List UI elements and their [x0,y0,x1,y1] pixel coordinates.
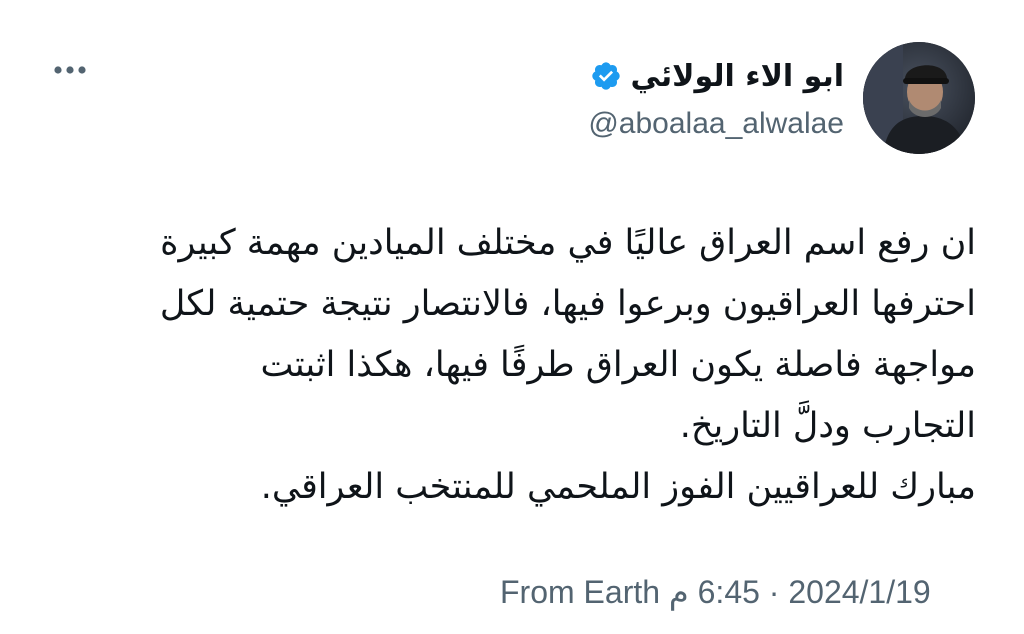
tweet-time[interactable]: 6:45 م [669,574,760,610]
tweet-text: ان رفع اسم العراق عاليًا في مختلف المياد… [36,213,976,518]
author-name-row: ابو الاء الولائي [590,52,844,100]
more-dots-icon[interactable] [52,64,88,76]
author-display-name[interactable]: ابو الاء الولائي [630,59,844,94]
avatar[interactable] [863,42,975,154]
tweet-text-line: احترفها العراقيون وبرعوا فيها، فالانتصار… [159,284,976,324]
tweet-date[interactable]: 2024/1/19 [788,574,930,610]
tweet-meta: From Earth 6:45 م · 2024/1/19 [500,570,931,614]
tweet-text-line: التجارب ودلَّ التاريخ. [679,406,976,446]
verified-badge-icon [592,62,621,90]
tweet-source: From Earth [500,574,661,610]
tweet-text-line: مبارك للعراقيين الفوز الملحمي للمنتخب ال… [260,467,976,507]
profile-photo-icon [863,42,975,154]
tweet-text-line: مواجهة فاصلة يكون العراق طرفًا فيها، هكذ… [260,345,976,385]
author-handle[interactable]: @aboalaa_alwalae [588,104,844,144]
meta-separator: · [768,574,780,610]
tweet-text-line: ان رفع اسم العراق عاليًا في مختلف المياد… [160,223,976,263]
